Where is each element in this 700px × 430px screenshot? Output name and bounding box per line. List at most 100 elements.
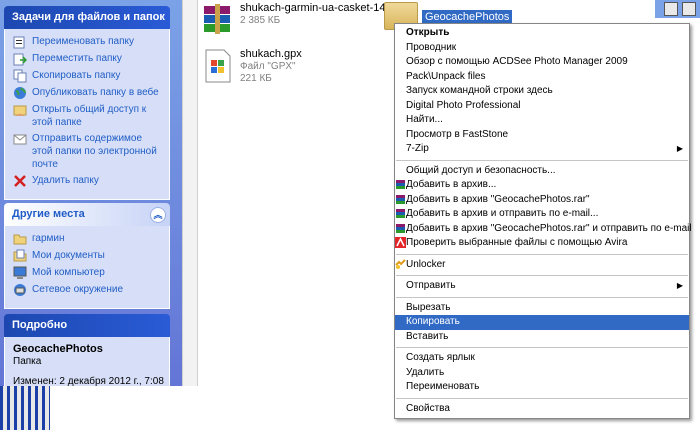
- collapse-icon[interactable]: ︽: [150, 207, 166, 223]
- network-icon: [14, 284, 26, 296]
- menu-item-7zip[interactable]: 7-Zip ▶: [395, 142, 689, 157]
- share-icon: [13, 105, 27, 116]
- menu-item-sharing-security[interactable]: Общий доступ и безопасность...: [395, 164, 689, 179]
- file-meta: Файл "GPX": [240, 61, 296, 72]
- menu-item-paste[interactable]: Вставить: [395, 330, 689, 345]
- winrar-icon: [396, 209, 405, 218]
- menu-item-acdsee[interactable]: Обзор с помощью ACDSee Photo Manager 200…: [395, 55, 689, 70]
- menu-separator: [396, 159, 688, 161]
- winrar-icon: [396, 180, 405, 189]
- places-panel-title: Другие места: [12, 208, 85, 220]
- task-label: Переименовать папку: [32, 36, 134, 47]
- menu-separator: [396, 275, 688, 276]
- menu-item-rename[interactable]: Переименовать: [395, 380, 689, 395]
- task-email-folder[interactable]: Отправить содержимое этой папки по элект…: [13, 132, 165, 171]
- task-copy-folder[interactable]: Скопировать папку: [13, 69, 165, 83]
- menu-separator: [396, 253, 688, 255]
- computer-icon: [13, 266, 27, 279]
- place-my-documents[interactable]: Мои документы: [13, 249, 165, 263]
- file-size: 221 КБ: [240, 73, 272, 84]
- menu-separator: [396, 296, 688, 298]
- place-label: Мой компьютер: [32, 267, 105, 278]
- menu-item-dpp[interactable]: Digital Photo Professional: [395, 99, 689, 114]
- file-meta: 2 385 КБ: [240, 15, 281, 26]
- menu-item-explorer[interactable]: Проводник: [395, 41, 689, 56]
- details-panel-header[interactable]: Подробно: [4, 314, 170, 337]
- menu-item-create-shortcut[interactable]: Создать ярлык: [395, 351, 689, 366]
- menu-item-label: Добавить в архив...: [406, 179, 497, 190]
- context-menu: Открыть Проводник Обзор с помощью ACDSee…: [394, 23, 692, 419]
- tasks-panel-title: Задачи для файлов и папок: [12, 11, 165, 23]
- task-label: Открыть общий доступ к этой папке: [32, 104, 147, 128]
- details-type: Папка: [13, 356, 42, 367]
- place-network[interactable]: Сетевое окружение: [13, 283, 165, 297]
- task-label: Опубликовать папку в вебе: [32, 87, 159, 98]
- menu-item-label: Добавить в архив "GeocachePhotos.rar" и …: [406, 222, 692, 234]
- task-publish-folder[interactable]: Опубликовать папку в вебе: [13, 86, 165, 100]
- menu-item-add-archive-named-email[interactable]: Добавить в архив "GeocachePhotos.rar" и …: [395, 222, 692, 237]
- place-garmin[interactable]: гармин: [13, 232, 165, 246]
- task-rename-folder[interactable]: Переименовать папку: [13, 35, 165, 49]
- submenu-arrow-icon: ▶: [676, 281, 683, 290]
- winrar-icon: [396, 194, 405, 204]
- task-label: Удалить папку: [32, 175, 99, 186]
- menu-item-label: Отправить: [406, 280, 456, 291]
- menu-item-unlocker[interactable]: Unlocker: [395, 258, 689, 273]
- menu-item-command-prompt[interactable]: Запуск командной строки здесь: [395, 84, 689, 99]
- places-panel: Другие места ︽ гармин Мои документы Мой …: [4, 203, 170, 309]
- menu-item-properties[interactable]: Свойства: [395, 402, 689, 417]
- delete-icon: [14, 175, 26, 187]
- tasks-panel-body: Переименовать папку Переместить папку Ск…: [4, 29, 170, 200]
- task-share-folder[interactable]: Открыть общий доступ к этой папке: [13, 103, 165, 129]
- menu-item-send-to[interactable]: Отправить ▶: [395, 279, 689, 294]
- menu-item-delete[interactable]: Удалить: [395, 366, 689, 381]
- menu-item-avira-scan[interactable]: Проверить выбранные файлы с помощью Avir…: [395, 236, 689, 251]
- places-panel-header[interactable]: Другие места ︽: [4, 203, 170, 226]
- task-move-folder[interactable]: Переместить папку: [13, 52, 165, 66]
- menu-item-label: Unlocker: [406, 258, 446, 270]
- unlocker-icon: [395, 258, 406, 269]
- scrollbar[interactable]: [182, 0, 198, 386]
- menu-item-add-archive-email[interactable]: Добавить в архив и отправить по e-mail..…: [395, 207, 689, 222]
- window-button-icon[interactable]: [682, 2, 696, 16]
- taskbar-strip: [0, 386, 50, 430]
- menu-item-open[interactable]: Открыть: [395, 26, 689, 41]
- task-pane: Задачи для файлов и папок Переименовать …: [0, 0, 182, 398]
- menu-item-pack-unpack[interactable]: Pack\Unpack files: [395, 70, 689, 85]
- menu-item-label: 7-Zip: [406, 143, 429, 154]
- task-label: Переместить папку: [32, 53, 122, 64]
- avira-icon: [395, 237, 406, 248]
- file-item-gpx[interactable]: shukach.gpx Файл "GPX" 221 КБ: [200, 48, 302, 85]
- task-delete-folder[interactable]: Удалить папку: [13, 174, 165, 188]
- places-panel-body: гармин Мои документы Мой компьютер Сетев…: [4, 226, 170, 309]
- move-icon: [13, 53, 27, 66]
- window-button-icon[interactable]: [664, 2, 678, 16]
- winrar-icon: [396, 223, 405, 233]
- folder-icon: [13, 234, 27, 245]
- file-name: shukach-garmin-ua-casket-14....: [240, 2, 398, 14]
- menu-item-cut[interactable]: Вырезать: [395, 301, 689, 316]
- menu-item-copy[interactable]: Копировать: [395, 315, 689, 330]
- file-name: shukach.gpx: [240, 48, 302, 60]
- details-name: GeocachePhotos: [13, 343, 103, 355]
- file-item-archive[interactable]: shukach-garmin-ua-casket-14.... 2 385 КБ: [200, 2, 398, 38]
- submenu-arrow-icon: ▶: [676, 144, 683, 153]
- window-controls: [655, 0, 700, 18]
- task-label: Отправить содержимое этой папки по элект…: [32, 133, 157, 170]
- gpx-file-icon: [205, 49, 231, 83]
- winrar-archive-icon: [204, 4, 230, 34]
- task-label: Скопировать папку: [32, 70, 121, 81]
- mail-icon: [13, 134, 27, 145]
- menu-item-label: Добавить в архив "GeocachePhotos.rar": [406, 193, 590, 205]
- menu-item-label: Добавить в архив и отправить по e-mail..…: [406, 208, 599, 219]
- rename-icon: [13, 36, 25, 49]
- menu-item-add-archive[interactable]: Добавить в архив...: [395, 178, 689, 193]
- tasks-panel-header[interactable]: Задачи для файлов и папок: [4, 6, 170, 29]
- menu-item-find[interactable]: Найти...: [395, 113, 689, 128]
- place-my-computer[interactable]: Мой компьютер: [13, 266, 165, 280]
- menu-item-faststone[interactable]: Просмотр в FastStone: [395, 128, 689, 143]
- place-label: гармин: [32, 233, 65, 244]
- menu-item-add-archive-named[interactable]: Добавить в архив "GeocachePhotos.rar": [395, 193, 689, 208]
- selected-folder-name[interactable]: GeocachePhotos: [422, 10, 513, 24]
- web-icon: [14, 87, 26, 99]
